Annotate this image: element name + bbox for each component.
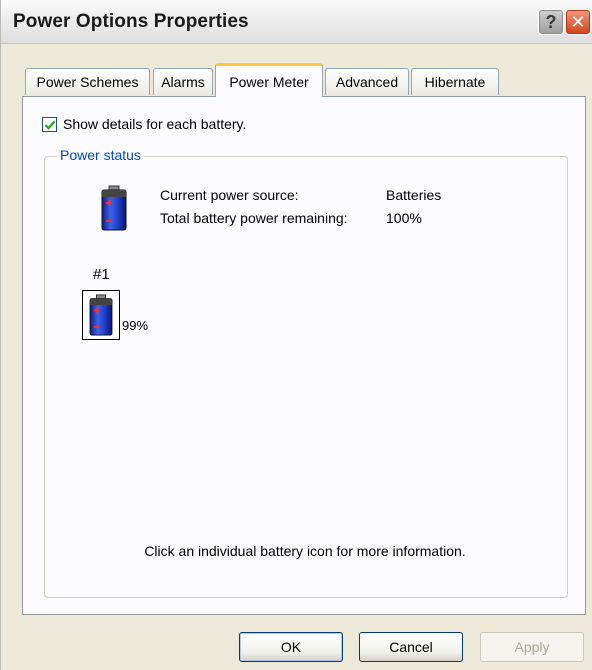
tab-alarms[interactable]: Alarms	[153, 68, 213, 95]
cancel-button[interactable]: Cancel	[359, 632, 463, 662]
battery-hint-text: Click an individual battery icon for mor…	[144, 543, 466, 559]
battery-icon	[89, 294, 113, 336]
checkmark-icon	[44, 120, 56, 130]
tab-advanced[interactable]: Advanced	[325, 68, 409, 95]
ok-button[interactable]: OK	[239, 632, 343, 662]
battery-1-button[interactable]	[82, 290, 120, 340]
total-power-remaining-value: 100%	[386, 210, 422, 226]
tab-power-schemes[interactable]: Power Schemes	[25, 68, 150, 95]
apply-button: Apply	[480, 632, 584, 662]
battery-icon	[101, 185, 127, 231]
tab-label: Hibernate	[424, 74, 486, 90]
total-power-remaining-label: Total battery power remaining:	[160, 210, 348, 226]
help-icon: ?	[545, 11, 557, 32]
cancel-label: Cancel	[389, 639, 433, 655]
battery-number: #1	[93, 266, 110, 283]
apply-label: Apply	[514, 639, 550, 655]
tab-label: Power Meter	[229, 73, 309, 90]
close-button[interactable]: ✕	[565, 9, 591, 35]
title-bar[interactable]: Power Options Properties ? ✕	[1, 0, 592, 44]
tab-hibernate[interactable]: Hibernate	[411, 68, 499, 95]
close-icon: ✕	[570, 11, 586, 32]
ok-label: OK	[280, 639, 302, 655]
help-button[interactable]: ?	[538, 9, 564, 35]
show-details-checkbox[interactable]: Show details for each battery.	[42, 114, 246, 134]
tab-label: Advanced	[335, 74, 399, 90]
tab-power-meter[interactable]: Power Meter	[215, 63, 323, 97]
power-options-dialog: Power Options Properties ? ✕ Power Schem…	[0, 0, 592, 670]
checkbox-box[interactable]	[42, 116, 57, 132]
tab-page-power-meter: Show details for each battery. Power sta…	[22, 96, 586, 615]
tab-label: Power Schemes	[36, 74, 139, 90]
show-details-label: Show details for each battery.	[63, 116, 247, 132]
current-power-source-value: Batteries	[386, 187, 442, 203]
current-power-source-label: Current power source:	[160, 187, 299, 203]
battery-percent: 99%	[122, 318, 149, 333]
power-status-title: Power status	[57, 147, 144, 163]
tab-label: Alarms	[161, 74, 205, 90]
window-title: Power Options Properties	[13, 11, 249, 32]
